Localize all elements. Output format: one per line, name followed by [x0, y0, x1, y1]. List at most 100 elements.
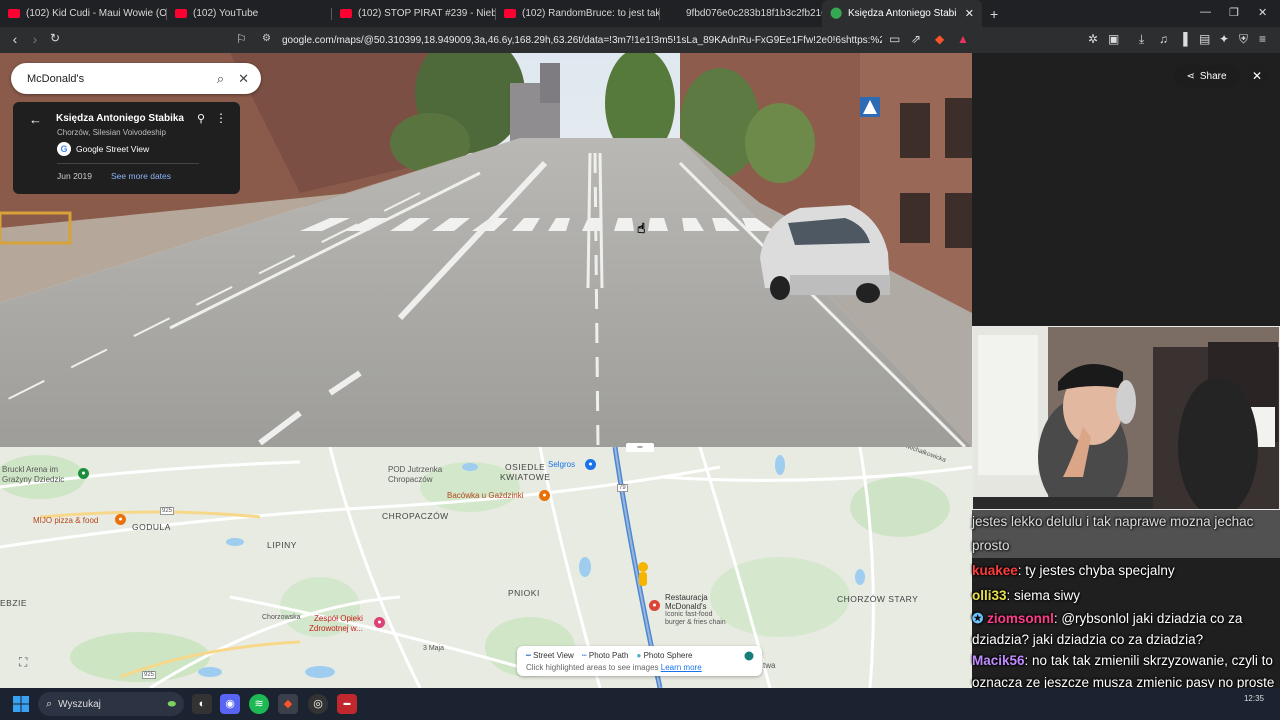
minimize-icon[interactable]: — [1200, 6, 1211, 18]
search-input[interactable]: McDonald's [27, 73, 217, 85]
windows-start-icon[interactable] [13, 696, 29, 712]
map-canvas [0, 447, 972, 688]
map-label: Chorzowska [262, 614, 301, 621]
discord-icon[interactable]: ◉ [220, 694, 240, 714]
forward-icon[interactable]: › [25, 31, 45, 47]
brave-shield-icon[interactable]: ◆ [935, 32, 944, 46]
svg-text:☝: ☝ [637, 221, 646, 237]
restaurant-poi-icon[interactable]: ● [539, 490, 550, 501]
youtube-icon [175, 9, 187, 18]
hospital-poi-icon[interactable]: ● [374, 617, 385, 628]
new-tab-icon[interactable]: + [990, 6, 998, 22]
address-bar: ‹ › ↻ ⚐ ⚙ google.com/maps/@50.310399,18.… [0, 27, 1280, 53]
map-label: Bruckl Arena im [2, 465, 59, 474]
close-tab-icon[interactable]: ✕ [965, 7, 974, 20]
panel-resize-handle[interactable]: ═ [626, 443, 654, 452]
back-arrow-icon[interactable]: ← [29, 112, 42, 127]
leo-icon[interactable]: ✦ [1219, 32, 1229, 46]
chat-message-text: jestes lekko delulu i tak naprawe mozna … [972, 514, 1254, 553]
map-label: McDonald's [665, 602, 707, 611]
chat-badge-icon: ✪ [972, 611, 984, 626]
taskbar-search[interactable]: ⌕ Wyszukaj ⬬ [38, 692, 184, 716]
restore-icon[interactable]: ❐ [1229, 6, 1239, 19]
sidebar-icon[interactable]: ▐ [1179, 32, 1188, 46]
brave-rewards-icon[interactable]: ▲ [957, 32, 969, 46]
media-icon[interactable]: ▣ [1108, 32, 1119, 46]
close-window-icon[interactable]: ✕ [1258, 6, 1267, 19]
photo-sphere-legend: ● Photo Sphere [636, 651, 693, 660]
obs-icon[interactable]: ◎ [308, 694, 328, 714]
park-poi-icon[interactable]: ● [78, 468, 89, 479]
spotify-icon[interactable]: ≋ [249, 694, 269, 714]
webcam-image [973, 327, 1279, 509]
vpn-icon[interactable]: ⛨ [1239, 32, 1248, 47]
bookmark-icon[interactable]: ⚐ [236, 32, 247, 46]
browser-tab-bar: (102) Kid Cudi - Maui Wowie (Official (1… [0, 0, 1280, 27]
place-subtitle: Chorzów, Silesian Voivodeship [57, 128, 166, 137]
music-icon[interactable]: ♫ [1159, 32, 1168, 46]
map-label: LIPINY [267, 540, 297, 550]
taskbar-search-placeholder: Wyszukaj [58, 698, 101, 710]
map-label: Grażyny Dziedzic [2, 475, 65, 484]
map-legend: ━ Street View ┅ Photo Path ● Photo Spher… [517, 646, 762, 676]
tab-randombruce[interactable]: (102) RandomBruce: to jest tak, jakby [496, 0, 660, 27]
chat-message: olli33: siema siwy [968, 583, 1280, 608]
share-page-icon[interactable]: ⇗ [911, 32, 921, 46]
map-label: Bacówka u Gażdzinki [447, 491, 524, 500]
google-logo-icon: G [57, 142, 71, 156]
clock-time: 12:35 [1243, 694, 1264, 703]
menu-icon[interactable]: ≡ [1259, 32, 1266, 46]
tab-kid-cudi[interactable]: (102) Kid Cudi - Maui Wowie (Official [0, 0, 167, 27]
streamer-webcam [972, 326, 1280, 510]
share-icon: ⋖ [1186, 70, 1195, 82]
wallet-icon[interactable]: ▤ [1199, 32, 1210, 46]
brave-browser-icon[interactable]: ◆ [278, 694, 298, 714]
url-field[interactable]: ⚙ google.com/maps/@50.310399,18.949009,3… [258, 30, 978, 50]
clear-search-icon[interactable]: ✕ [238, 71, 249, 87]
maps-search-box[interactable]: McDonald's ⌕ ✕ [11, 63, 261, 94]
mini-map[interactable]: Bruckl Arena im Grażyny Dziedzic ● POD J… [0, 447, 972, 688]
restaurant-poi-icon[interactable]: ● [115, 514, 126, 525]
map-label: twa [763, 661, 776, 670]
reload-icon[interactable]: ↻ [45, 31, 65, 45]
windows-taskbar: ⌕ Wyszukaj ⬬ ◐ ◉ ≋ ◆ ◎ ▬ 12:35 [0, 688, 1280, 720]
download-icon[interactable]: ⤓ [1139, 32, 1144, 47]
street-view-legend: ━ Street View [526, 651, 574, 660]
route-shield: 925 [160, 507, 175, 515]
street-view-info-card: ← Księdza Antoniego Stabika Chorzów, Sil… [13, 102, 240, 194]
shopping-poi-icon[interactable]: ● [585, 459, 596, 470]
cast-icon[interactable]: ▭ [889, 32, 900, 46]
app-icon[interactable]: ▬ [337, 694, 357, 714]
map-label: Zespół Opieki [314, 614, 363, 623]
route-shield: 79 [617, 484, 628, 492]
tab-label: 9fbd076e0c283b18f1b3c2fb216786b [686, 8, 822, 19]
tab-youtube[interactable]: (102) YouTube [167, 0, 332, 27]
chat-username: ziomsonnl [987, 611, 1054, 626]
app-icon[interactable]: ◐ [192, 694, 212, 714]
tab-stop-pirat[interactable]: (102) STOP PIRAT #239 - Niebezpiecz [332, 0, 496, 27]
location-pin-icon[interactable]: ⚲ [197, 112, 205, 125]
mcdonalds-poi-icon[interactable]: ● [649, 600, 660, 611]
screen: (102) Kid Cudi - Maui Wowie (Official (1… [0, 0, 1280, 720]
capture-date: Jun 2019 [57, 171, 92, 181]
more-options-icon[interactable]: ⋮ [215, 111, 227, 125]
chat-username: olli33 [972, 588, 1007, 603]
chat-message-text: : ty jestes chyba specjalny [1017, 563, 1175, 578]
tab-google-maps[interactable]: ⬤ Księdza Antoniego Stabika - Goo ✕ [822, 0, 982, 27]
map-label: POD Jutrzenka [388, 465, 443, 474]
close-street-view-icon[interactable]: ✕ [1246, 65, 1268, 87]
tab-hash[interactable]: 9fbd076e0c283b18f1b3c2fb216786b [660, 0, 822, 27]
see-more-dates-link[interactable]: See more dates [111, 171, 171, 181]
back-icon[interactable]: ‹ [5, 31, 25, 47]
youtube-icon [8, 9, 20, 18]
tab-label: Księdza Antoniego Stabika - Goo [848, 8, 957, 19]
layer-toggle[interactable] [740, 651, 754, 661]
tab-label: (102) YouTube [193, 8, 259, 19]
site-info-icon[interactable]: ⚙ [262, 33, 271, 44]
chat-message: kuakee: ty jestes chyba specjalny [968, 558, 1280, 583]
expand-map-icon[interactable]: ⛶ [19, 655, 37, 669]
share-button[interactable]: ⋖ Share [1173, 65, 1240, 87]
extensions-icon[interactable]: ✲ [1088, 32, 1098, 46]
search-icon[interactable]: ⌕ [217, 71, 224, 87]
learn-more-link[interactable]: Learn more [661, 663, 702, 672]
